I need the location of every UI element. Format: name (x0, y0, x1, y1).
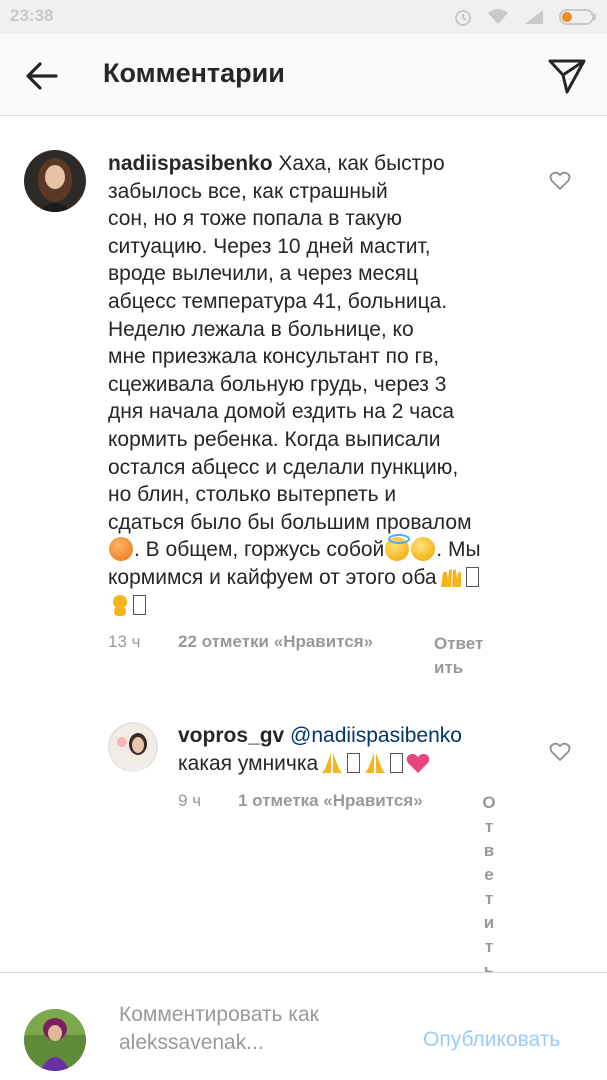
praying-hands-emoji-icon (365, 752, 386, 773)
status-time: 23:38 (10, 6, 54, 25)
baby-emoji-icon (113, 594, 127, 616)
comment-line: ситуацию. Через 10 дней мастит, (108, 234, 431, 258)
reply-char: е (484, 865, 494, 884)
share-button[interactable] (545, 54, 589, 98)
comment-line: но блин, столько вытерпеть и (108, 483, 397, 507)
avatar-vopros-gv[interactable] (108, 722, 158, 772)
comment-line: остался абцесс и сделали пункцию, (108, 455, 459, 479)
raised-hands-emoji-icon (440, 569, 461, 587)
praying-hands-emoji-icon (322, 752, 343, 773)
comment-line: Неделю лежала в больнице, ко (108, 317, 414, 341)
heart-outline-icon (549, 742, 571, 761)
header-bar: Комментарии (0, 34, 607, 116)
heart-emoji-icon (406, 753, 430, 773)
status-bar: 23:38 (0, 0, 607, 34)
reply-button[interactable]: Ответ ить (434, 632, 483, 680)
unknown-emoji-icon (390, 752, 404, 773)
comment-line: сдаться было бы большим провалом (108, 510, 472, 534)
comment-username[interactable]: nadiispasibenko (108, 152, 273, 175)
reply-char: в (483, 841, 495, 860)
status-icons (453, 7, 597, 27)
page-title: Комментарии (103, 58, 285, 88)
comment-line (108, 592, 538, 620)
reply-label: ить (434, 658, 464, 677)
reply-label: Ответ (434, 634, 484, 653)
comment-line: забылось все, как страшный (108, 179, 388, 203)
comment-line: . В общем, горжусь собой . Мы (108, 534, 538, 564)
comment-line: сон, но я тоже попала в такую (108, 207, 402, 231)
reply-button[interactable]: О т в е т и т ь (481, 791, 497, 972)
heart-outline-icon (549, 171, 571, 190)
comment-text-line: . В общем, горжусь собой (134, 538, 385, 562)
comment-line: кормимся и кайфуем от этого оба (108, 564, 538, 592)
comment-line: сцеживала больную грудь, через 3 (108, 372, 447, 396)
likes-count-link[interactable]: 22 отметки «Нравится» (178, 632, 373, 652)
comment-placeholder: alekssavenak... (119, 1031, 264, 1054)
unknown-emoji-icon (465, 566, 479, 587)
publish-button[interactable]: Опубликовать (423, 1028, 560, 1052)
arrow-left-icon (26, 62, 58, 90)
comment-line: vopros_gv @nadiispasibenko (178, 722, 538, 750)
comment-line: nadiispasibenko Хаха, как быстро (108, 150, 538, 178)
smiling-face-emoji-icon (411, 537, 436, 562)
signal-icon (525, 10, 543, 24)
comment-line: дня начала домой ездить на 2 часа (108, 400, 455, 424)
unknown-emoji-icon (347, 752, 361, 773)
reply-char: О (482, 793, 496, 812)
current-user-avatar (24, 1009, 86, 1071)
comment-text-line: . Мы (436, 538, 481, 562)
like-button[interactable] (545, 737, 575, 767)
comment-body-2: vopros_gv @nadiispasibenko какая умничка (178, 722, 538, 777)
reply-char: и (483, 913, 495, 932)
comment-time: 9 ч (178, 791, 202, 810)
comment-input[interactable]: Комментировать как alekssavenak... (119, 1001, 379, 1057)
comment-text-line: кормимся и кайфуем от этого оба (108, 565, 437, 589)
back-button[interactable] (22, 56, 62, 96)
alarm-icon (455, 10, 471, 26)
comment-line: какая умничка (178, 750, 538, 778)
unknown-emoji-icon (133, 594, 146, 615)
mention-link[interactable]: @nadiispasibenko (290, 724, 462, 747)
wifi-icon (488, 9, 508, 24)
comment-username[interactable]: vopros_gv (178, 724, 284, 747)
comment-text-line: Хаха, как быстро (278, 152, 445, 175)
likes-count-link[interactable]: 1 отметка «Нравится» (238, 791, 423, 811)
comment-time: 13 ч (108, 632, 141, 651)
avatar-nadiispasibenko[interactable] (24, 150, 86, 212)
comment-line: вроде вылечили, а через месяц (108, 262, 419, 286)
comment-text-line: какая умничка (178, 751, 319, 775)
comment-line: кормить ребенка. Когда выписали (108, 427, 441, 451)
comment-line: абцесс температура 41, больница. (108, 289, 448, 313)
comment-composer: Комментировать как alekssavenak... Опубл… (0, 972, 607, 1080)
comment-placeholder: Комментировать как (119, 1003, 319, 1026)
paper-plane-icon (548, 59, 586, 94)
angry-face-emoji-icon (109, 537, 133, 562)
comment-line: мне приезжала консультант по гв, (108, 345, 440, 369)
halo-face-emoji-icon (385, 534, 411, 562)
like-button[interactable] (545, 166, 575, 196)
reply-char: т (484, 889, 494, 908)
reply-char: т (484, 937, 494, 956)
reply-char: т (484, 817, 494, 836)
reply-char: ь (483, 961, 495, 972)
comment-body-1: nadiispasibenko Хаха, как быстро забылос… (108, 150, 538, 619)
battery-icon (559, 9, 596, 25)
